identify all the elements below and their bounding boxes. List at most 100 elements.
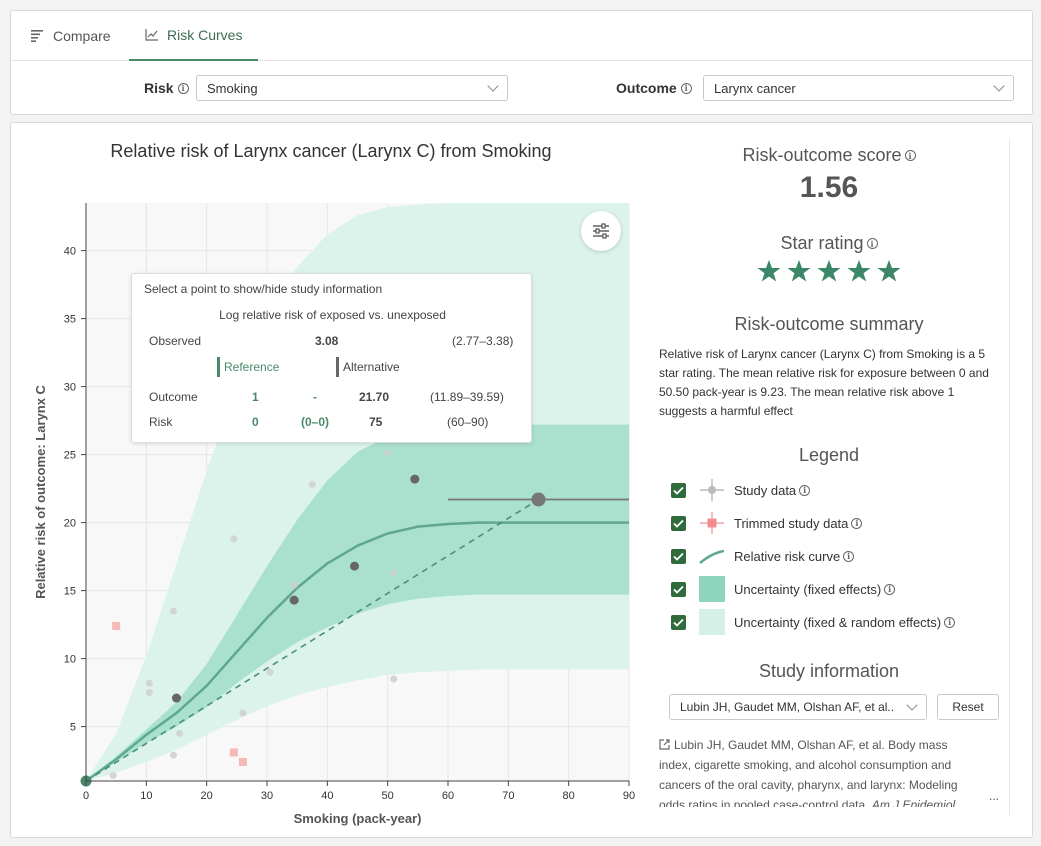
faded-study-point xyxy=(266,668,274,676)
legend-item-trimmed[interactable]: Trimmed study data i xyxy=(671,510,863,536)
reset-button[interactable]: Reset xyxy=(937,694,999,720)
faded-study-point xyxy=(390,675,398,683)
legend-item-curve[interactable]: Relative risk curve i xyxy=(671,543,855,569)
info-panel: Risk-outcome score i 1.56 Star rating i … xyxy=(649,139,1009,831)
top-card: Compare Risk Curves Risk i Smoking Outco… xyxy=(10,10,1033,115)
star-icon xyxy=(757,260,781,282)
info-icon[interactable]: i xyxy=(843,550,855,562)
study-select[interactable]: Lubin JH, Gaudet MM, Olshan AF, et al.. xyxy=(669,694,927,720)
x-tick-label: 60 xyxy=(442,790,454,802)
info-icon[interactable]: i xyxy=(680,82,692,94)
random-band-icon xyxy=(698,609,726,635)
risk-select[interactable]: Smoking xyxy=(196,75,508,101)
summary-text: Relative risk of Larynx cancer (Larynx C… xyxy=(659,347,989,418)
y-tick-label: 10 xyxy=(64,654,76,666)
star-icon xyxy=(817,260,841,282)
x-tick-label: 0 xyxy=(83,790,89,802)
info-icon[interactable]: i xyxy=(904,150,916,161)
legend-label: Trimmed study data xyxy=(734,515,849,531)
score-title: Risk-outcome score i xyxy=(649,145,1009,166)
chevron-down-icon xyxy=(993,80,1005,92)
tab-compare-label: Compare xyxy=(53,28,111,44)
legend-title: Legend xyxy=(798,445,860,465)
faded-study-point xyxy=(290,581,298,589)
risk-row-label: Risk xyxy=(149,415,173,429)
tooltip-hint: Select a point to show/hide study inform… xyxy=(144,282,383,296)
citation: Lubin JH, Gaudet MM, Olshan AF, et al. B… xyxy=(659,735,979,807)
tab-compare[interactable]: Compare xyxy=(15,11,127,61)
x-tick-label: 40 xyxy=(321,790,333,802)
outcome-label-text: Outcome xyxy=(616,80,677,96)
observed-label: Observed xyxy=(149,334,202,348)
tooltip-header: Log relative risk of exposed vs. unexpos… xyxy=(219,308,446,322)
alternative-label: Alternative xyxy=(336,357,400,377)
faded-study-point xyxy=(145,679,153,687)
legend-label: Study data xyxy=(734,482,797,498)
outcome-ref-ci: - xyxy=(313,390,317,404)
risk-select-value: Smoking xyxy=(207,80,258,96)
info-icon[interactable]: i xyxy=(944,616,956,628)
faded-study-point xyxy=(230,535,238,543)
tab-risk-curves[interactable]: Risk Curves xyxy=(129,11,259,61)
observed-ci: (2.77–3.38) xyxy=(452,334,514,348)
info-icon[interactable]: i xyxy=(866,238,878,249)
citation-text: Lubin JH, Gaudet MM, Olshan AF, et al. B… xyxy=(659,738,958,807)
trimmed-study-point xyxy=(112,621,121,630)
risk-label: Risk i xyxy=(144,80,189,96)
faded-study-point xyxy=(239,709,247,717)
checkbox[interactable] xyxy=(671,581,686,597)
outcome-ref: 1 xyxy=(252,390,259,404)
checkbox[interactable] xyxy=(671,515,686,531)
y-tick-label: 20 xyxy=(64,518,76,530)
y-tick-label: 25 xyxy=(64,450,76,462)
legend-item-study-data[interactable]: Study data i xyxy=(671,477,811,503)
curve-icon xyxy=(698,543,726,569)
trimmed-study-point xyxy=(238,757,247,766)
citation-journal: Am J Epidemiol. xyxy=(871,798,959,807)
y-tick-label: 30 xyxy=(64,382,76,394)
info-icon[interactable]: i xyxy=(884,583,896,595)
tab-risk-curves-label: Risk Curves xyxy=(167,27,243,43)
info-icon[interactable]: i xyxy=(851,517,863,529)
faded-study-point xyxy=(109,772,117,780)
star-icon xyxy=(877,260,901,282)
observed-value: 3.08 xyxy=(315,334,339,348)
checkbox[interactable] xyxy=(671,548,686,564)
x-tick-label: 80 xyxy=(563,790,575,802)
legend-label: Uncertainty (fixed & random effects) xyxy=(734,614,942,630)
outcome-select[interactable]: Larynx cancer xyxy=(703,75,1014,101)
star-title: Star rating i xyxy=(649,233,1009,254)
tab-bar: Compare Risk Curves xyxy=(11,11,1032,61)
line-chart-icon xyxy=(145,29,158,41)
faded-study-point xyxy=(384,449,392,457)
selector-row: Risk i Smoking Outcome i Larynx cancer xyxy=(11,61,1032,116)
study-title: Study information xyxy=(758,661,900,681)
trimmed-study-point xyxy=(229,748,238,757)
chart-settings-button[interactable] xyxy=(581,211,621,251)
reference-label: Reference xyxy=(217,357,279,377)
risk-alt-ci: (60–90) xyxy=(447,415,489,429)
star-title-text: Star rating xyxy=(780,233,864,253)
checkbox[interactable] xyxy=(671,614,686,630)
checkbox[interactable] xyxy=(671,482,686,498)
external-link-icon[interactable] xyxy=(659,739,671,750)
legend-label: Uncertainty (fixed effects) xyxy=(734,581,882,597)
outcome-alt: 21.70 xyxy=(359,390,390,404)
summary-title: Risk-outcome summary xyxy=(734,314,924,334)
legend-label: Relative risk curve xyxy=(734,548,841,564)
panel-divider xyxy=(1009,139,1010,815)
fixed-band-icon xyxy=(698,576,726,602)
selected-study-point xyxy=(531,492,546,507)
info-icon[interactable]: i xyxy=(177,82,189,94)
main-card: Relative risk of Larynx cancer (Larynx C… xyxy=(10,122,1033,838)
legend-item-fixed[interactable]: Uncertainty (fixed effects) i xyxy=(671,576,896,602)
study-point xyxy=(172,693,181,703)
x-tick-label: 50 xyxy=(382,790,394,802)
info-icon[interactable]: i xyxy=(799,484,811,496)
more-ellipsis[interactable]: ... xyxy=(989,789,999,803)
faded-study-point xyxy=(390,569,398,577)
x-tick-label: 90 xyxy=(623,790,635,802)
y-tick-label: 40 xyxy=(64,246,76,258)
faded-study-point xyxy=(169,751,177,759)
legend-item-random[interactable]: Uncertainty (fixed & random effects) i xyxy=(671,609,956,635)
